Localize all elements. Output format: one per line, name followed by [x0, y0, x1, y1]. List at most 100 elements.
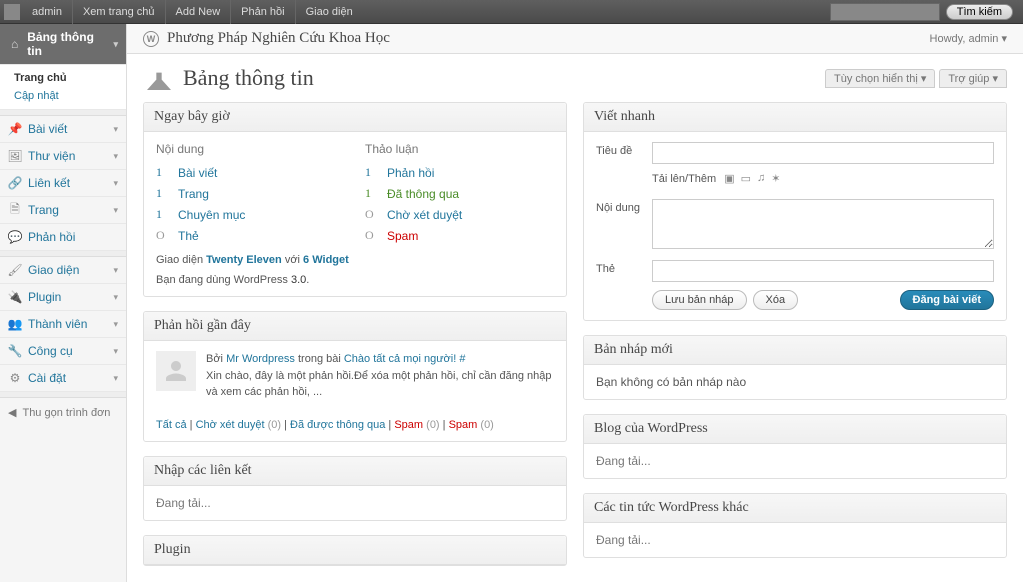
- page-titlebar: Bảng thông tin Tùy chọn hiển thị ▾ Trợ g…: [127, 54, 1023, 98]
- widgets-link[interactable]: 6 Widget: [303, 254, 349, 266]
- upload-label: Tải lên/Thêm: [652, 173, 716, 185]
- filter-spam[interactable]: Spam: [394, 419, 423, 431]
- stat-link[interactable]: Chờ xét duyệt: [387, 208, 462, 222]
- quickpress-title-input[interactable]: [652, 142, 994, 164]
- users-icon: 👥: [8, 317, 22, 331]
- sidebar-collapse[interactable]: ◀ Thu gọn trình đơn: [0, 398, 126, 427]
- wordpress-logo-icon: W: [143, 31, 159, 47]
- wordpress-news-box: Các tin tức WordPress khác Đang tải...: [583, 493, 1007, 558]
- sidebar-item-links[interactable]: 🔗Liên kết▾: [0, 170, 126, 197]
- topbar-add-new[interactable]: Add New: [165, 0, 231, 24]
- collapse-icon: ◀: [8, 406, 16, 419]
- sidebar-item-tools[interactable]: 🔧Công cụ▾: [0, 338, 126, 365]
- stat-row: OSpam: [365, 225, 554, 246]
- filter-spam2[interactable]: Spam: [449, 419, 478, 431]
- comment-post-link[interactable]: Chào tất cả mọi người!: [344, 353, 456, 365]
- comment-icon: 💬: [8, 230, 22, 244]
- user-avatar-icon[interactable]: [4, 4, 20, 20]
- theme-link[interactable]: Twenty Eleven: [206, 254, 282, 266]
- loading-text: Đang tải...: [596, 454, 651, 468]
- howdy-user[interactable]: Howdy, admin ▾: [930, 32, 1007, 45]
- right-now-box: Ngay bây giờ Nội dung 1Bài viết1Trang1Ch…: [143, 102, 567, 297]
- stat-row: 1Đã thông qua: [365, 183, 554, 204]
- sidebar-item-media[interactable]: 🖼Thư viện▾: [0, 143, 126, 170]
- help-tab[interactable]: Trợ giúp ▾: [939, 69, 1007, 88]
- box-heading: Viết nhanh: [584, 103, 1006, 132]
- box-heading: Phản hồi gần đây: [144, 312, 566, 341]
- box-heading: Blog của WordPress: [584, 415, 1006, 444]
- incoming-links-box: Nhập các liên kết Đang tải...: [143, 456, 567, 521]
- stat-link[interactable]: Trang: [178, 187, 209, 201]
- admin-topbar: admin Xem trang chủ Add New Phản hồi Gia…: [0, 0, 1023, 24]
- filter-approved[interactable]: Đã được thông qua: [290, 419, 385, 431]
- stat-link[interactable]: Thẻ: [178, 229, 199, 243]
- stat-row: 1Trang: [156, 183, 345, 204]
- box-heading: Các tin tức WordPress khác: [584, 494, 1006, 523]
- stat-row: 1Chuyên mục: [156, 204, 345, 225]
- stat-link[interactable]: Đã thông qua: [387, 187, 459, 201]
- stat-row: 1Bài viết: [156, 162, 345, 183]
- page-title: Bảng thông tin: [183, 65, 314, 91]
- topbar-appearance[interactable]: Giao diện: [295, 0, 363, 24]
- save-draft-button[interactable]: Lưu bản nháp: [652, 290, 747, 310]
- site-title[interactable]: Phương Pháp Nghiên Cứu Khoa Học: [167, 30, 390, 47]
- pin-icon: 📌: [8, 122, 22, 136]
- stat-row: OThẻ: [156, 225, 345, 246]
- sidebar-item-dashboard[interactable]: ⌂ Bảng thông tin ▾: [0, 24, 126, 65]
- version-info: Bạn đang dùng WordPress 3.0.: [156, 274, 554, 286]
- screen-options-tab[interactable]: Tùy chọn hiển thị ▾: [825, 69, 935, 88]
- sidebar-item-plugins[interactable]: 🔌Plugin▾: [0, 284, 126, 311]
- comment-permalink[interactable]: #: [456, 353, 465, 365]
- link-icon: 🔗: [8, 176, 22, 190]
- stat-link[interactable]: Bài viết: [178, 166, 217, 180]
- topbar-comments[interactable]: Phản hồi: [230, 0, 294, 24]
- comment-avatar: [156, 351, 196, 391]
- tools-icon: 🔧: [8, 344, 22, 358]
- sidebar-label: Bảng thông tin: [27, 30, 107, 58]
- theme-info: Giao diện Twenty Eleven với 6 Widget: [156, 254, 554, 266]
- stat-row: 1Phản hồi: [365, 162, 554, 183]
- sidebar-sub-home[interactable]: Trang chủ: [0, 69, 126, 87]
- plugin-icon: 🔌: [8, 290, 22, 304]
- media-icon: 🖼: [8, 149, 22, 163]
- box-heading: Ngay bây giờ: [144, 103, 566, 132]
- topbar-search-button[interactable]: Tìm kiếm: [946, 4, 1013, 20]
- publish-button[interactable]: Đăng bài viết: [900, 290, 994, 310]
- box-heading: Bản nháp mới: [584, 336, 1006, 365]
- topbar-view-site[interactable]: Xem trang chủ: [72, 0, 165, 24]
- sidebar-sub-updates[interactable]: Cập nhật: [0, 87, 126, 105]
- sidebar-item-posts[interactable]: 📌Bài viết▾: [0, 116, 126, 143]
- sidebar-item-comments[interactable]: 💬Phản hồi: [0, 224, 126, 251]
- quickpress-tags-input[interactable]: [652, 260, 994, 282]
- add-image-icon[interactable]: ▣: [724, 172, 734, 185]
- topbar-search-input[interactable]: [830, 3, 940, 21]
- sidebar-item-appearance[interactable]: 🖌Giao diện▾: [0, 257, 126, 284]
- add-audio-icon[interactable]: ♫: [757, 172, 765, 185]
- recent-drafts-box: Bản nháp mới Bạn không có bản nháp nào: [583, 335, 1007, 400]
- sidebar-item-pages[interactable]: 🗎Trang▾: [0, 197, 126, 224]
- chevron-down-icon: ▾: [113, 39, 118, 50]
- dashboard-icon: [143, 64, 175, 92]
- filter-pending[interactable]: Chờ xét duyệt: [196, 419, 265, 431]
- tags-label: Thẻ: [596, 260, 652, 275]
- comment-author-link[interactable]: Mr Wordpress: [226, 353, 295, 365]
- box-heading: Nhập các liên kết: [144, 457, 566, 486]
- filter-all[interactable]: Tất cả: [156, 419, 187, 431]
- add-video-icon[interactable]: ▭: [741, 172, 751, 185]
- quickpress-box: Viết nhanh Tiêu đề Tải lên/Thêm ▣: [583, 102, 1007, 321]
- reset-button[interactable]: Xóa: [753, 290, 799, 310]
- topbar-admin[interactable]: admin: [28, 0, 72, 24]
- content-label: Nội dung: [596, 199, 652, 214]
- box-heading: Plugin: [144, 536, 566, 565]
- add-media-icon[interactable]: ✶: [771, 172, 780, 185]
- title-label: Tiêu đề: [596, 142, 652, 157]
- stat-link[interactable]: Chuyên mục: [178, 208, 245, 222]
- stat-link[interactable]: Spam: [387, 229, 418, 243]
- comment-filters: Tất cả | Chờ xét duyệt (0) | Đã được thô…: [156, 419, 554, 431]
- settings-icon: ⚙: [8, 371, 22, 385]
- stat-link[interactable]: Phản hồi: [387, 166, 434, 180]
- sidebar-item-users[interactable]: 👥Thành viên▾: [0, 311, 126, 338]
- sidebar-item-settings[interactable]: ⚙Cài đặt▾: [0, 365, 126, 392]
- quickpress-content-textarea[interactable]: [652, 199, 994, 249]
- page-icon: 🗎: [8, 203, 22, 217]
